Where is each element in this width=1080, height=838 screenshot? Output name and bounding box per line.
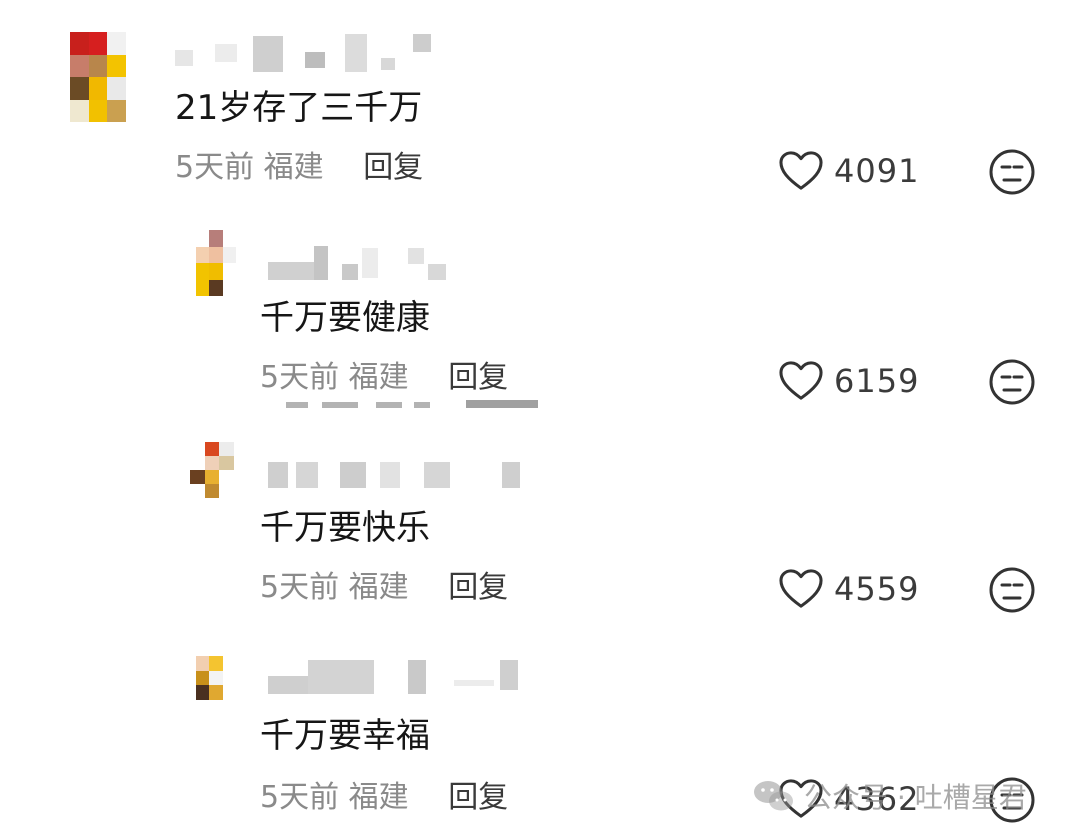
username-blurred[interactable]: [268, 656, 524, 696]
like-count: 4559: [834, 570, 920, 608]
like-button[interactable]: 6159: [778, 358, 919, 404]
comment-text: 21岁存了三千万: [175, 88, 423, 128]
reply-button[interactable]: 回复: [448, 780, 508, 815]
comment-location: 福建: [348, 780, 409, 815]
meh-face-icon[interactable]: [988, 358, 1036, 406]
reply-button[interactable]: 回复: [448, 360, 508, 395]
comment-location: 福建: [348, 570, 409, 605]
comment-text: 千万要快乐: [260, 508, 430, 548]
heart-icon: [779, 569, 823, 608]
comment-location: 福建: [263, 150, 324, 185]
blurred-underline: [322, 402, 358, 408]
comment-meta: 5天前 福建 回复: [260, 780, 508, 816]
like-button[interactable]: 4559: [778, 566, 919, 612]
avatar[interactable]: [196, 230, 236, 296]
reply-button[interactable]: 回复: [448, 570, 508, 605]
comment-meta: 5天前 福建 回复: [260, 570, 508, 606]
avatar[interactable]: [70, 32, 126, 122]
blurred-underline: [414, 402, 430, 408]
watermark: 公众号 · 吐槽星君: [752, 776, 1027, 816]
heart-icon: [779, 361, 823, 400]
comment-location: 福建: [348, 360, 409, 395]
avatar[interactable]: [190, 442, 234, 498]
like-count: 4091: [834, 152, 920, 190]
wechat-icon: [754, 781, 793, 811]
reply-button[interactable]: 回复: [363, 150, 423, 185]
like-button[interactable]: 4091: [778, 148, 919, 194]
meh-face-icon[interactable]: [988, 566, 1036, 614]
comment-thread: 21岁存了三千万 5天前 福建 回复 4091 千万要健康 5天前 福建 回复 …: [0, 0, 1080, 838]
comment-text: 千万要健康: [260, 298, 430, 338]
username-blurred[interactable]: [175, 32, 435, 72]
meh-face-icon[interactable]: [988, 148, 1036, 196]
comment-time: 5天前: [175, 150, 255, 185]
comment-time: 5天前: [260, 570, 340, 605]
blurred-underline: [376, 402, 402, 408]
username-blurred[interactable]: [268, 242, 458, 282]
like-count: 6159: [834, 362, 920, 400]
heart-icon: [779, 151, 823, 190]
avatar[interactable]: [196, 656, 236, 714]
username-blurred[interactable]: [268, 454, 524, 494]
comment-meta: 5天前 福建 回复: [260, 360, 508, 396]
comment-text: 千万要幸福: [260, 716, 430, 756]
comment-time: 5天前: [260, 780, 340, 815]
blurred-underline: [466, 400, 538, 408]
comment-meta: 5天前 福建 回复: [175, 150, 423, 186]
blurred-underline: [286, 402, 308, 408]
watermark-text: 公众号 · 吐槽星君: [804, 781, 1027, 814]
comment-time: 5天前: [260, 360, 340, 395]
